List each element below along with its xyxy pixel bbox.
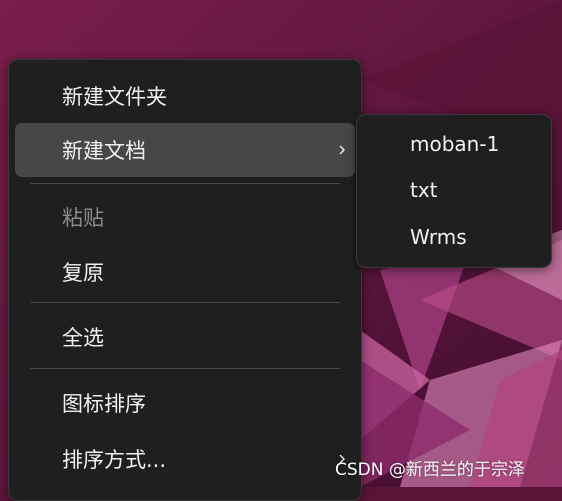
menu-item-select-all[interactable]: 全选	[15, 310, 355, 364]
submenu-item-label: moban-1	[410, 132, 500, 156]
watermark-text: CSDN @新西兰的于宗泽	[335, 460, 525, 480]
menu-item-label: 新建文档	[62, 139, 146, 163]
submenu-item-label: Wrms	[410, 225, 467, 249]
menu-item-new-folder[interactable]: 新建文件夹	[15, 69, 355, 123]
menu-item-label: 粘贴	[62, 206, 104, 230]
menu-item-new-document[interactable]: 新建文档	[15, 123, 355, 177]
chevron-right-icon	[339, 146, 345, 154]
menu-separator	[30, 368, 340, 369]
menu-item-arrange-icons[interactable]: 图标排序	[15, 376, 355, 430]
submenu-item-txt[interactable]: txt	[363, 167, 545, 213]
menu-separator	[30, 302, 340, 303]
menu-separator	[30, 183, 340, 184]
desktop-context-menu: 新建文件夹 新建文档 粘贴 复原 全选 图标排序 排序方式...	[8, 59, 362, 501]
menu-item-label: 复原	[62, 261, 104, 285]
menu-item-label: 新建文件夹	[62, 85, 167, 109]
menu-item-label: 排序方式...	[62, 448, 167, 472]
menu-item-sort-by[interactable]: 排序方式...	[15, 432, 355, 486]
menu-item-label: 全选	[62, 326, 104, 350]
submenu-item-label: txt	[410, 178, 438, 202]
new-document-submenu: moban-1 txt Wrms	[356, 114, 552, 268]
menu-item-restore[interactable]: 复原	[15, 245, 355, 299]
submenu-item-wrms[interactable]: Wrms	[363, 214, 545, 260]
submenu-item-moban-1[interactable]: moban-1	[363, 121, 545, 167]
menu-item-paste: 粘贴	[15, 190, 355, 244]
menu-item-label: 图标排序	[62, 392, 146, 416]
